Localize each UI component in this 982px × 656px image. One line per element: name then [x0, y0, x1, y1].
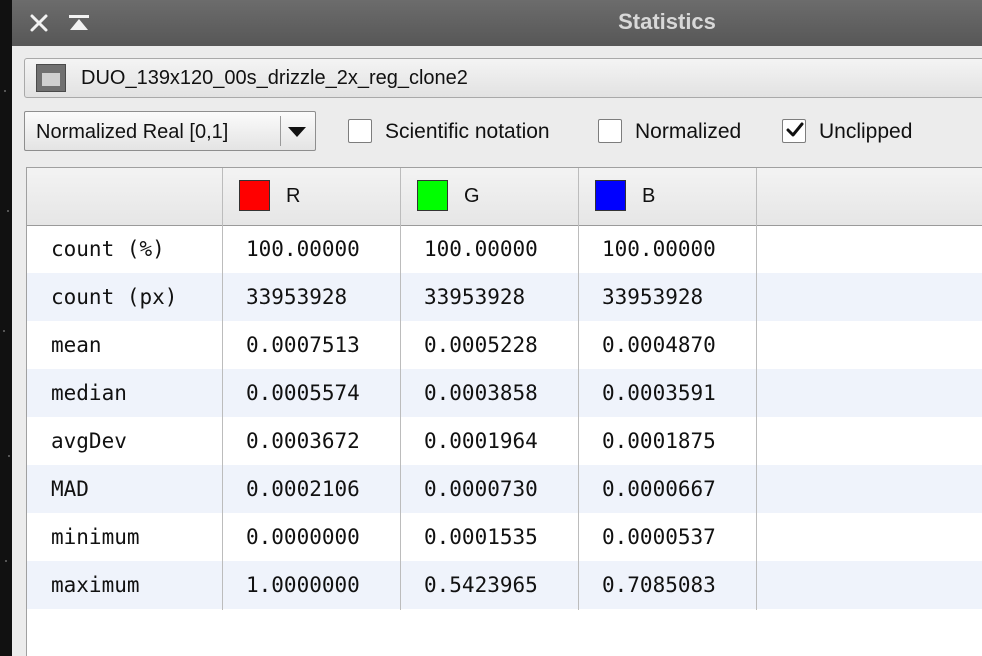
range-mode-value: Normalized Real [0,1]	[36, 121, 229, 143]
cell-r: 1.0000000	[246, 573, 360, 597]
table-row[interactable]: count (px) 33953928 33953928 33953928	[27, 273, 982, 321]
view-name: DUO_139x120_00s_drizzle_2x_reg_clone2	[81, 67, 468, 89]
column-divider	[578, 168, 579, 610]
options-row: Normalized Real [0,1] Scientific notatio…	[24, 111, 982, 153]
cell-b: 100.00000	[602, 237, 716, 261]
row-label: median	[51, 381, 127, 405]
channel-swatch-b	[595, 180, 626, 211]
table-row[interactable]: MAD 0.0002106 0.0000730 0.0000667	[27, 465, 982, 513]
title-bar[interactable]: Statistics	[12, 0, 982, 46]
table-row[interactable]: maximum 1.0000000 0.5423965 0.7085083	[27, 561, 982, 609]
column-divider	[756, 168, 757, 610]
column-header-r[interactable]: R	[223, 168, 401, 225]
cell-r: 0.0003672	[246, 429, 360, 453]
checkbox-box[interactable]	[348, 119, 372, 143]
cell-g: 0.0001964	[424, 429, 538, 453]
cell-g: 0.0003858	[424, 381, 538, 405]
column-label: R	[286, 185, 301, 207]
statistics-window: Statistics DUO_139x120_00s_drizzle_2x_re…	[12, 0, 982, 656]
cell-b: 33953928	[602, 285, 704, 309]
statistics-table: R G B count (%) 100.00000 100.00000 100.…	[26, 167, 982, 656]
cell-b: 0.0004870	[602, 333, 716, 357]
table-row[interactable]: count (%) 100.00000 100.00000 100.00000	[27, 225, 982, 273]
cell-g: 100.00000	[424, 237, 538, 261]
channel-swatch-g	[417, 180, 448, 211]
checkmark-icon	[786, 122, 804, 137]
table-row[interactable]: mean 0.0007513 0.0005228 0.0004870	[27, 321, 982, 369]
channel-swatch-r	[239, 180, 270, 211]
scientific-notation-label: Scientific notation	[385, 120, 550, 143]
row-label: avgDev	[51, 429, 127, 453]
cell-r: 33953928	[246, 285, 348, 309]
table-row[interactable]: avgDev 0.0003672 0.0001964 0.0001875	[27, 417, 982, 465]
view-selector[interactable]: DUO_139x120_00s_drizzle_2x_reg_clone2	[24, 58, 982, 98]
cell-g: 33953928	[424, 285, 526, 309]
dropdown-separator	[280, 116, 281, 146]
background-desktop-strip	[0, 0, 12, 656]
cell-b: 0.0000537	[602, 525, 716, 549]
column-divider	[400, 168, 401, 610]
row-label: count (%)	[51, 237, 165, 261]
column-header-g[interactable]: G	[401, 168, 579, 225]
row-label: maximum	[51, 573, 140, 597]
table-row[interactable]: median 0.0005574 0.0003858 0.0003591	[27, 369, 982, 417]
row-label: count (px)	[51, 285, 178, 309]
cell-b: 0.0000667	[602, 477, 716, 501]
cell-g: 0.0001535	[424, 525, 538, 549]
cell-g: 0.0005228	[424, 333, 538, 357]
checkbox-box[interactable]	[782, 119, 806, 143]
column-label: G	[464, 185, 480, 207]
cell-b: 0.0001875	[602, 429, 716, 453]
checkbox-box[interactable]	[598, 119, 622, 143]
normalized-label: Normalized	[635, 120, 742, 143]
column-header-b[interactable]: B	[579, 168, 757, 225]
cell-g: 0.0000730	[424, 477, 538, 501]
cell-r: 0.0002106	[246, 477, 360, 501]
image-view-icon	[36, 64, 66, 92]
cell-r: 0.0007513	[246, 333, 360, 357]
table-row[interactable]: minimum 0.0000000 0.0001535 0.0000537	[27, 513, 982, 561]
cell-b: 0.0003591	[602, 381, 716, 405]
cell-b: 0.7085083	[602, 573, 716, 597]
range-mode-select[interactable]: Normalized Real [0,1]	[24, 111, 316, 151]
cell-g: 0.5423965	[424, 573, 538, 597]
row-label: MAD	[51, 477, 89, 501]
row-label: minimum	[51, 525, 140, 549]
window-title: Statistics	[618, 9, 716, 34]
cell-r: 100.00000	[246, 237, 360, 261]
header-corner	[27, 168, 223, 225]
cell-r: 0.0000000	[246, 525, 360, 549]
cell-r: 0.0005574	[246, 381, 360, 405]
unclipped-label: Unclipped	[819, 120, 913, 143]
column-label: B	[642, 185, 656, 207]
chevron-down-icon	[288, 127, 306, 137]
column-divider	[222, 168, 223, 610]
table-header: R G B	[27, 168, 982, 226]
row-label: mean	[51, 333, 102, 357]
